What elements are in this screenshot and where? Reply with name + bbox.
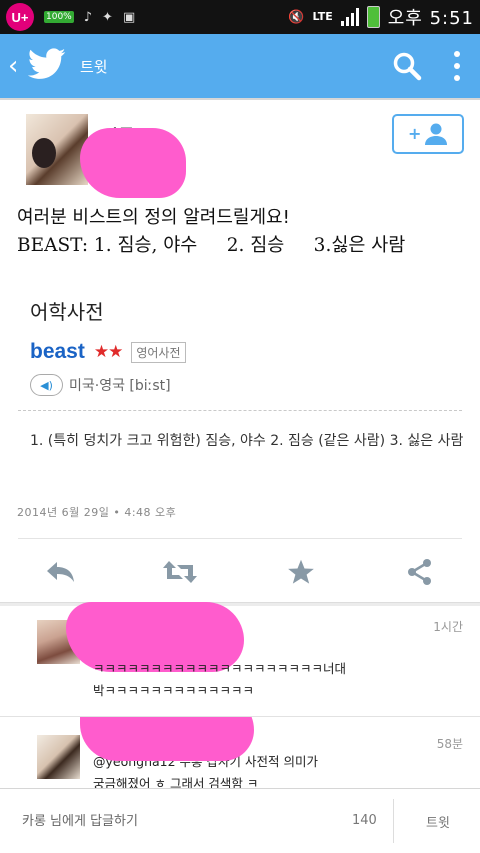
app-bar: ‹ 트윗 — [0, 34, 480, 98]
tweet-text-line: BEAST: 1. 짐승, 야수 2. 짐승 3.싫은 사람 — [17, 235, 406, 256]
battery-icon — [366, 6, 380, 28]
gallery-icon: ▣ — [122, 9, 136, 25]
status-time: 오후 5:51 — [387, 8, 474, 29]
dictionary-title: 어학사전 — [30, 300, 104, 324]
reply-time: 58분 — [436, 737, 463, 751]
reply-text-line: 궁금해졌어 ㅎ 그래서 검색함 ㅋ — [93, 776, 259, 788]
tweet-text: 여러분 비스트의 정의 알려드릴게요! BEAST: 1. 짐승, 야수 2. … — [17, 204, 467, 260]
redaction-mark — [80, 128, 186, 198]
share-icon[interactable] — [398, 550, 442, 594]
retweet-icon[interactable] — [158, 550, 202, 594]
more-options-icon[interactable] — [434, 34, 480, 98]
dictionary-card[interactable]: 어학사전 beast ★★ 영어사전 ◀) 미국·영국 [biːst] — [30, 296, 462, 396]
search-icon[interactable] — [380, 34, 434, 98]
reply-text-line: 박ㅋㅋㅋㅋㅋㅋㅋㅋㅋㅋㅋㅋㅋ — [93, 683, 255, 698]
divider — [18, 538, 462, 539]
svg-text:+: + — [408, 124, 421, 143]
reply-item[interactable]: 58분 @yeongha12 우흥 갑자기 사전적 의미가 궁금해졌어 ㅎ 그래… — [0, 717, 480, 788]
reply-composer: 140 트윗 — [0, 788, 480, 853]
battery-percent-badge: 100% — [44, 11, 74, 23]
tweet-button[interactable]: 트윗 — [400, 801, 476, 841]
appbar-shadow — [0, 98, 480, 100]
reply-item[interactable]: 1시간 ㅋㅋㅋㅋㅋㅋㅋㅋㅋㅋㅋㅋㅋㅋㅋㅋㅋㅋㅋㅋ너대 박ㅋㅋㅋㅋㅋㅋㅋㅋㅋㅋㅋㅋ… — [0, 602, 480, 716]
reply-time: 1시간 — [433, 620, 463, 634]
page-title: 트윗 — [80, 57, 108, 76]
dictionary-meaning: 1. (특히 덩치가 크고 위험한) 짐승, 야수 2. 짐승 (같은 사람) … — [30, 433, 464, 449]
redaction-mark — [80, 717, 254, 761]
carrier-logo-icon: U+ — [6, 3, 34, 31]
tweet-timestamp: 2014년 6월 29일 • 4:48 오후 — [17, 506, 177, 519]
reply-icon[interactable] — [39, 550, 83, 594]
twitter-bird-icon[interactable] — [27, 48, 66, 84]
pronunciation: 미국·영국 [biːst] — [69, 378, 171, 394]
status-bar: U+ 100% ♪ ✦ ▣ 🔇 LTE 오후 5:51 — [0, 0, 480, 34]
reply-text-line: ㅋㅋㅋㅋㅋㅋㅋㅋㅋㅋㅋㅋㅋㅋㅋㅋㅋㅋㅋㅋ너대 — [93, 661, 347, 676]
back-chevron-icon[interactable]: ‹ — [0, 51, 26, 81]
dictionary-badge: 영어사전 — [131, 341, 186, 363]
reply-text: ㅋㅋㅋㅋㅋㅋㅋㅋㅋㅋㅋㅋㅋㅋㅋㅋㅋㅋㅋㅋ너대 박ㅋㅋㅋㅋㅋㅋㅋㅋㅋㅋㅋㅋㅋ — [93, 658, 346, 702]
divider — [393, 799, 394, 843]
importance-stars: ★★ — [93, 342, 124, 362]
mute-icon: 🔇 — [288, 9, 305, 25]
reply-input[interactable] — [10, 801, 380, 841]
music-icon: ♪ — [83, 9, 93, 25]
divider — [18, 410, 462, 411]
reply-avatar[interactable] — [37, 735, 80, 779]
tweet-text-line: 여러분 비스트의 정의 알려드릴게요! — [17, 207, 290, 228]
follow-button[interactable]: + — [392, 114, 464, 154]
app-notification-icon: ✦ — [102, 9, 113, 25]
character-counter: 140 — [352, 813, 377, 828]
signal-strength-icon — [340, 8, 359, 26]
favorite-star-icon[interactable] — [279, 550, 323, 594]
tweet-actions — [0, 550, 480, 594]
network-type: LTE — [312, 10, 333, 23]
author-avatar[interactable] — [26, 114, 88, 185]
speaker-icon[interactable]: ◀) — [30, 374, 63, 396]
dictionary-word[interactable]: beast — [30, 340, 85, 364]
